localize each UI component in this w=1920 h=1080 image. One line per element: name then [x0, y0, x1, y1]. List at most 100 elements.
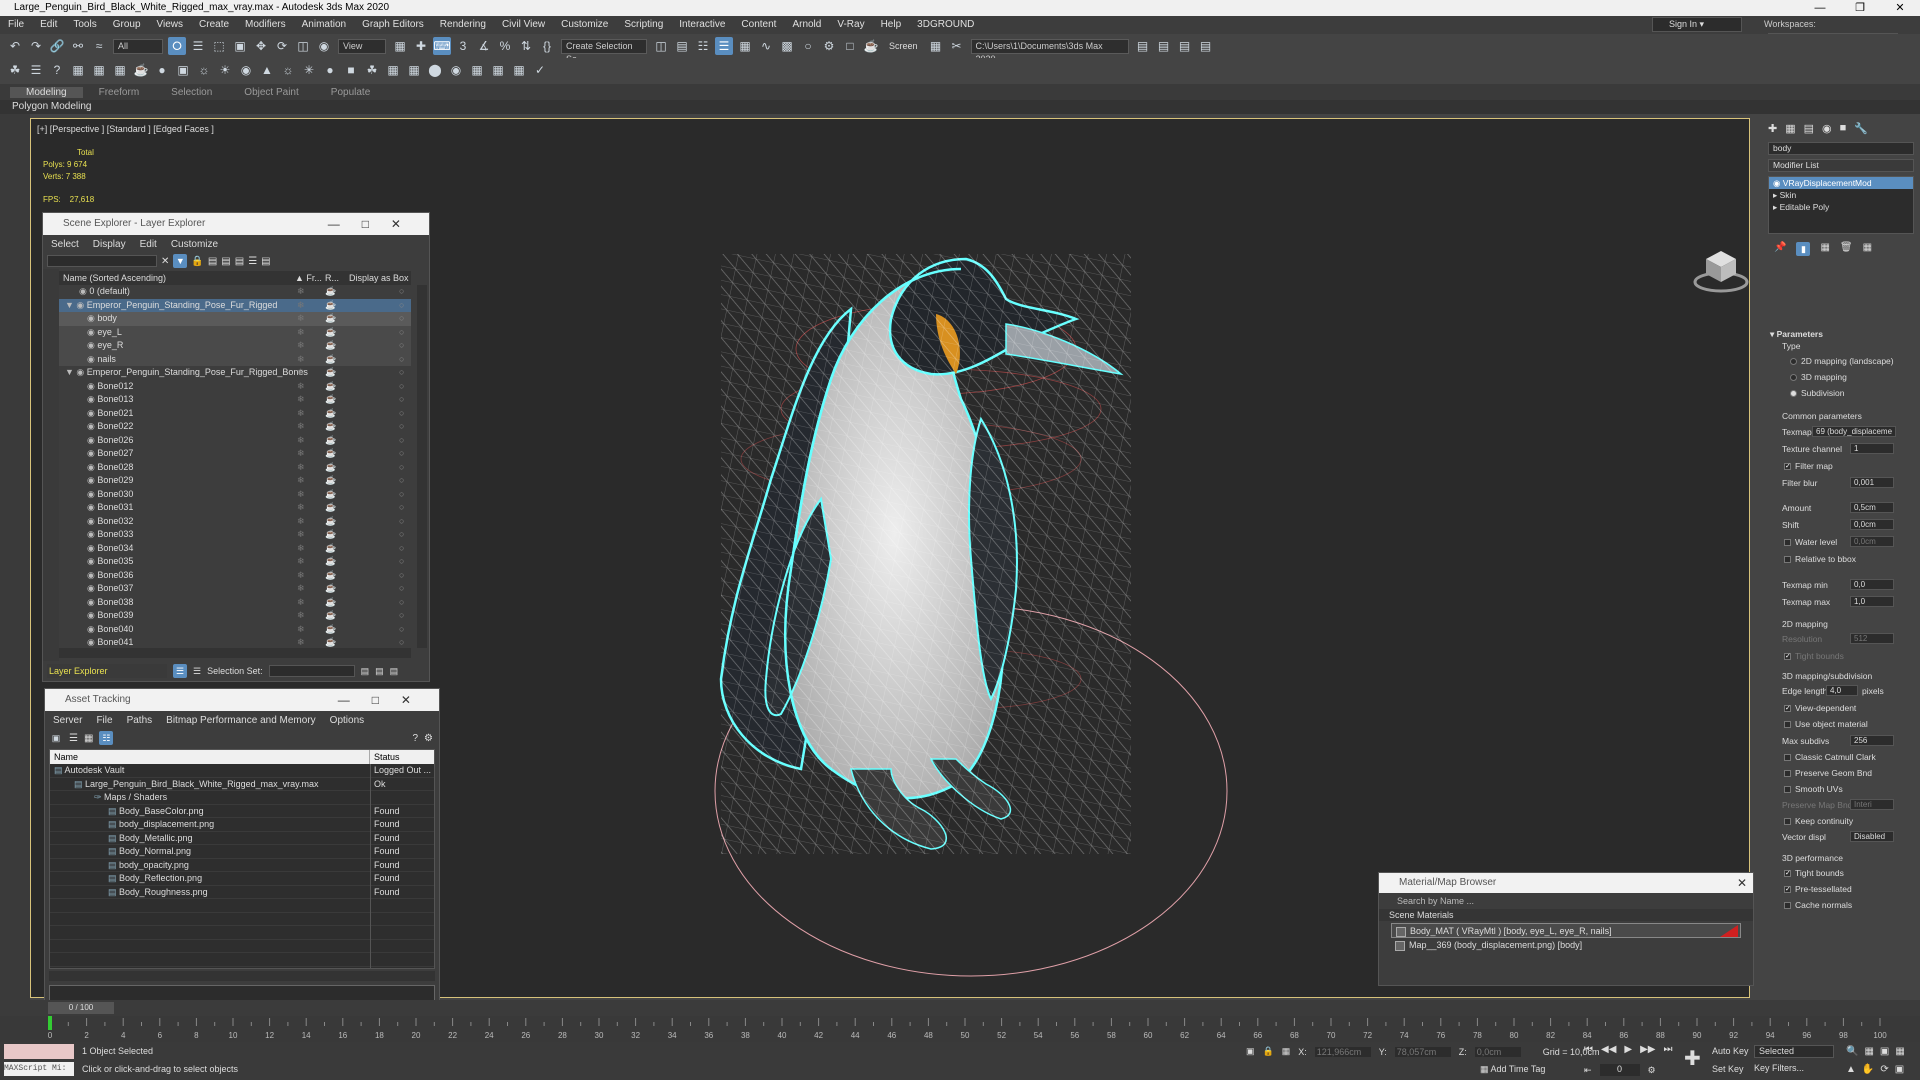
- type-3d-radio[interactable]: 3D mapping: [1790, 372, 1847, 382]
- menu-v-ray[interactable]: V-Ray: [829, 16, 872, 34]
- help-asset-icon[interactable]: ?: [412, 733, 418, 744]
- lightmix-icon[interactable]: ▦: [489, 61, 507, 79]
- display-box-icon[interactable]: ○: [399, 380, 404, 394]
- keep-continuity-checkbox[interactable]: Keep continuity: [1784, 816, 1853, 826]
- max-subdivs-spinner[interactable]: 256: [1850, 735, 1894, 746]
- scene-tree-row[interactable]: ◉ 0 (default) ❄ ☕ ○: [59, 285, 411, 299]
- scene-tree-row[interactable]: ◉ eye_R ❄ ☕ ○: [59, 339, 411, 353]
- plane-icon[interactable]: ▦: [384, 61, 402, 79]
- time-slider[interactable]: 0 / 100: [0, 1000, 1920, 1016]
- pre-tessellated-checkbox[interactable]: ✓ Pre-tessellated: [1784, 884, 1852, 894]
- material-item[interactable]: Map__369 (body_displacement.png) [body]: [1391, 938, 1741, 953]
- scene-tree-row[interactable]: ◉ Bone028 ❄ ☕ ○: [59, 461, 411, 475]
- menu-create[interactable]: Create: [191, 16, 237, 34]
- scene-tree-row[interactable]: ◉ Bone030 ❄ ☕ ○: [59, 488, 411, 502]
- fov-icon[interactable]: ▲: [1846, 1064, 1856, 1075]
- move-icon[interactable]: ✥: [252, 37, 270, 55]
- prev-frame-icon[interactable]: ◀◀: [1601, 1044, 1616, 1055]
- renderable-icon[interactable]: ☕: [325, 312, 336, 326]
- viewport-label[interactable]: [+] [Perspective ] [Standard ] [Edged Fa…: [37, 124, 214, 134]
- key-mode-dropdown[interactable]: Selected: [1754, 1045, 1834, 1058]
- light-icon[interactable]: ☼: [195, 61, 213, 79]
- renderable-icon[interactable]: ☕: [325, 447, 336, 461]
- motion-tab-icon[interactable]: ◉: [1822, 122, 1832, 136]
- menu-tools[interactable]: Tools: [65, 16, 104, 34]
- visibility-eye-icon[interactable]: ◉: [87, 327, 97, 337]
- visibility-eye-icon[interactable]: ◉: [87, 394, 97, 404]
- vray-toolbar-icon[interactable]: ▦: [927, 37, 945, 55]
- renderable-icon[interactable]: ☕: [325, 488, 336, 502]
- freeze-icon[interactable]: ❄: [297, 326, 305, 340]
- freeze-icon[interactable]: ❄: [297, 461, 305, 475]
- ribbon-toggle-icon[interactable]: ▦: [736, 37, 754, 55]
- menu-scripting[interactable]: Scripting: [616, 16, 671, 34]
- freeze-icon[interactable]: ❄: [297, 596, 305, 610]
- visibility-eye-icon[interactable]: ◉: [87, 354, 97, 364]
- vray-sky-icon[interactable]: ●: [321, 61, 339, 79]
- modifier-toggle-icon[interactable]: ▸: [1773, 190, 1780, 200]
- freeze-icon[interactable]: ❄: [297, 528, 305, 542]
- scene-tree-row[interactable]: ◉ Bone022 ❄ ☕ ○: [59, 420, 411, 434]
- zoom-all-icon[interactable]: ▦: [1864, 1046, 1873, 1057]
- at-menu-options[interactable]: Options: [330, 715, 364, 726]
- freeze-icon[interactable]: ❄: [297, 447, 305, 461]
- tool-icon-c[interactable]: ▦: [111, 61, 129, 79]
- visibility-eye-icon[interactable]: ◉: [87, 489, 97, 499]
- display-box-icon[interactable]: ○: [399, 299, 404, 313]
- material-item[interactable]: Body_MAT ( VRayMtl ) [body, eye_L, eye_R…: [1391, 923, 1741, 938]
- freeze-icon[interactable]: ❄: [297, 515, 305, 529]
- texmap-max-spinner[interactable]: 1,0: [1850, 596, 1894, 607]
- scene-tree-row[interactable]: ◉ Bone021 ❄ ☕ ○: [59, 407, 411, 421]
- selection-lock-icon[interactable]: 🔒: [1263, 1046, 1274, 1057]
- scene-tree-row[interactable]: ◉ Bone039 ❄ ☕ ○: [59, 609, 411, 623]
- object-name-field[interactable]: body: [1768, 142, 1914, 155]
- visibility-eye-icon[interactable]: ◉: [87, 516, 97, 526]
- filter-map-checkbox[interactable]: ✓ Filter map: [1784, 461, 1833, 471]
- material-browser-titlebar[interactable]: Material/Map Browser ✕: [1379, 873, 1753, 893]
- remove-modifier-icon[interactable]: 🗑: [1840, 242, 1853, 256]
- se-menu-select[interactable]: Select: [51, 239, 79, 250]
- ref-coord-dropdown[interactable]: View: [338, 38, 386, 54]
- visibility-eye-icon[interactable]: ◉: [87, 543, 97, 553]
- selection-set-dropdown[interactable]: [268, 665, 355, 677]
- rendered-frame-icon[interactable]: □: [841, 37, 859, 55]
- relative-bbox-checkbox[interactable]: Relative to bbox: [1784, 554, 1856, 564]
- track-bar[interactable]: 0 2 4 6 8 10 12 14 16 18 20 22 24 26 28 30 32 34 36 38 40 42 4…: [0, 1016, 1920, 1042]
- selection-filter-dropdown[interactable]: All: [113, 38, 163, 54]
- parameters-rollout[interactable]: ▾ Parameters: [1770, 329, 1823, 340]
- renderable-icon[interactable]: ☕: [325, 461, 336, 475]
- renderable-icon[interactable]: ☕: [325, 501, 336, 515]
- display-box-icon[interactable]: ○: [399, 582, 404, 596]
- y-coord[interactable]: 78,057cm: [1394, 1046, 1451, 1057]
- maximize-viewport-icon[interactable]: ▣: [1895, 1064, 1904, 1075]
- sun-icon[interactable]: ☼: [279, 61, 297, 79]
- renderable-icon[interactable]: ☕: [325, 596, 336, 610]
- auto-key-button[interactable]: Auto Key: [1712, 1046, 1749, 1056]
- modifier-stack-item[interactable]: ▸ Skin: [1769, 189, 1913, 201]
- texture-channel-spinner[interactable]: 1: [1850, 443, 1894, 454]
- scene-tree-row[interactable]: ◉ Bone032 ❄ ☕ ○: [59, 515, 411, 529]
- asset-path-field[interactable]: [49, 985, 435, 1001]
- display-box-icon[interactable]: ○: [399, 285, 404, 299]
- zoom-icon[interactable]: 🔍: [1846, 1046, 1858, 1057]
- renderable-icon[interactable]: ☕: [325, 582, 336, 596]
- make-unique-icon[interactable]: ▦: [1820, 242, 1829, 256]
- visibility-eye-icon[interactable]: ◉: [87, 448, 97, 458]
- visibility-eye-icon[interactable]: ◉: [79, 286, 89, 296]
- preserve-geom-checkbox[interactable]: Preserve Geom Bnd: [1784, 768, 1872, 778]
- cache-normals-checkbox[interactable]: Cache normals: [1784, 900, 1852, 910]
- freeze-icon[interactable]: ❄: [297, 407, 305, 421]
- display-box-icon[interactable]: ○: [399, 569, 404, 583]
- material-lib-icon[interactable]: ◉: [447, 61, 465, 79]
- visibility-eye-icon[interactable]: ◉: [87, 408, 97, 418]
- menu-animation[interactable]: Animation: [294, 16, 354, 34]
- next-frame-icon[interactable]: ▶▶: [1640, 1044, 1655, 1055]
- shelf-icon[interactable]: ☘: [6, 61, 24, 79]
- renderable-icon[interactable]: ☕: [325, 609, 336, 623]
- go-to-end-icon[interactable]: ⏭: [1663, 1044, 1672, 1055]
- scene-tree-row[interactable]: ◉ eye_L ❄ ☕ ○: [59, 325, 411, 340]
- scene-tree-row[interactable]: ◉ Bone034 ❄ ☕ ○: [59, 542, 411, 556]
- spot-light-icon[interactable]: ▲: [258, 61, 276, 79]
- renderable-icon[interactable]: ☕: [325, 420, 336, 434]
- frame-buffer-icon[interactable]: ▦: [510, 61, 528, 79]
